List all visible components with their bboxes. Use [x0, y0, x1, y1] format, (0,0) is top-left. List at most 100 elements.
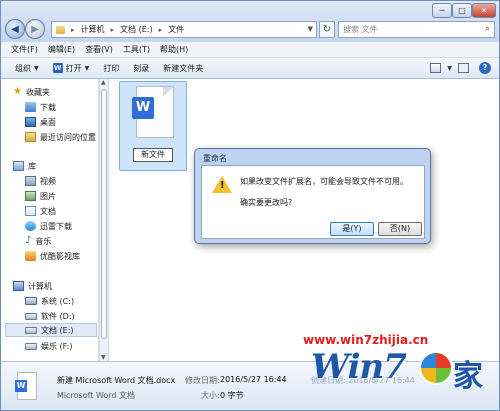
menu-bar: 文件(F) 编辑(E) 查看(V) 工具(T) 帮助(H) — [1, 42, 499, 58]
file-item-selected[interactable]: W 新文件 — [119, 81, 187, 171]
libraries-icon — [13, 161, 24, 171]
scroll-down-icon[interactable]: ▼ — [101, 354, 106, 361]
menu-tools[interactable]: 工具(T) — [123, 44, 150, 55]
rename-input[interactable]: 新文件 — [133, 148, 173, 162]
nav-label: 库 — [28, 161, 36, 171]
nav-music[interactable]: ♪ 音乐 — [25, 234, 51, 248]
organize-button[interactable]: 组织 ▼ — [15, 63, 39, 74]
watermark-url: www.win7zhijia.cn — [303, 333, 429, 347]
computer-icon — [13, 281, 24, 291]
dialog-question: 确实要更改吗? — [240, 198, 293, 207]
scroll-up-icon[interactable]: ▲ — [101, 79, 106, 86]
nav-desktop[interactable]: 桌面 — [25, 115, 56, 129]
refresh-icon: ↻ — [322, 24, 332, 35]
drive-icon — [25, 342, 37, 350]
forward-button[interactable]: ▶ — [25, 19, 45, 39]
nav-label: 音乐 — [35, 236, 52, 246]
command-bar: 组织 ▼ W 打开 ▼ 打印 刻录 新建文件夹 ▼ ? — [1, 58, 499, 79]
navigation-pane: ★ 收藏夹 下载 桌面 最近访问的位置 库 视频 图片 文档 迅雷下载 ♪ 音乐… — [1, 79, 99, 361]
details-modified-label: 修改日期: — [185, 376, 220, 385]
nav-drive-e[interactable]: 文档 (E:) — [5, 323, 97, 337]
organize-label: 组织 — [15, 63, 31, 73]
arrow-right-icon: ▶ — [31, 23, 39, 35]
details-file-name: 新建 Microsoft Word 文档.docx — [57, 376, 176, 385]
no-button[interactable]: 否(N) — [378, 222, 422, 236]
chevron-right-icon: ▸ — [71, 25, 75, 34]
preview-pane-icon[interactable] — [458, 63, 469, 73]
breadcrumb-folder[interactable]: 文件 — [168, 24, 184, 35]
nav-scrollbar[interactable]: ▲ ▼ — [99, 79, 108, 361]
nav-recent-places[interactable]: 最近访问的位置 — [25, 130, 96, 144]
open-label: 打开 — [65, 63, 82, 73]
breadcrumb-drive-e[interactable]: 文档 (E:) — [120, 24, 153, 35]
address-bar[interactable]: ▸ 计算机 ▸ 文档 (E:) ▸ 文件 ▼ — [51, 21, 317, 38]
nav-drive-d[interactable]: 软件 (D:) — [25, 309, 75, 323]
nav-drive-c[interactable]: 系统 (C:) — [25, 294, 74, 308]
back-button[interactable]: ◀ — [5, 19, 25, 39]
word-document-icon: W — [15, 372, 39, 402]
details-file-type: Microsoft Word 文档 — [57, 391, 136, 400]
title-bar: ─ □ ✕ ◀ ▶ ▸ 计算机 ▸ 文档 (E:) ▸ 文件 ▼ ↻ 搜索 文件… — [1, 1, 499, 41]
system-drive-icon — [25, 297, 37, 305]
recent-places-icon — [25, 132, 36, 142]
yes-button[interactable]: 是(Y) — [330, 222, 374, 236]
folder-icon — [56, 25, 65, 34]
youku-icon — [25, 251, 36, 261]
help-icon[interactable]: ? — [479, 62, 491, 74]
chevron-down-icon[interactable]: ▼ — [308, 25, 313, 33]
menu-help[interactable]: 帮助(H) — [160, 44, 188, 55]
nav-favorites[interactable]: ★ 收藏夹 — [13, 85, 50, 99]
documents-icon — [25, 206, 36, 216]
videos-icon — [25, 176, 36, 186]
nav-label: 计算机 — [28, 281, 52, 291]
page-fold — [163, 87, 173, 97]
menu-view[interactable]: 查看(V) — [85, 44, 113, 55]
nav-label: 优酷影视库 — [40, 251, 80, 261]
word-document-icon: W — [130, 86, 176, 146]
nav-libraries[interactable]: 库 — [13, 159, 36, 173]
xunlei-icon — [25, 221, 36, 231]
change-view-icon[interactable] — [430, 63, 442, 73]
pictures-icon — [25, 191, 36, 201]
nav-videos[interactable]: 视频 — [25, 174, 56, 188]
dialog-title: 重命名 — [203, 154, 227, 163]
open-button[interactable]: W 打开 ▼ — [52, 63, 89, 74]
nav-xunlei[interactable]: 迅雷下载 — [25, 219, 72, 233]
downloads-icon — [25, 102, 36, 112]
chevron-down-icon[interactable]: ▼ — [447, 65, 452, 72]
wps-writer-icon: W — [52, 63, 63, 73]
search-icon: ⌕ — [484, 24, 490, 34]
nav-computer[interactable]: 计算机 — [13, 279, 52, 293]
maximize-button[interactable]: □ — [452, 3, 472, 18]
wps-badge-icon: W — [132, 97, 154, 119]
nav-downloads[interactable]: 下载 — [25, 100, 56, 114]
explorer-window: ─ □ ✕ ◀ ▶ ▸ 计算机 ▸ 文档 (E:) ▸ 文件 ▼ ↻ 搜索 文件… — [0, 0, 500, 411]
search-input[interactable]: 搜索 文件 ⌕ — [338, 21, 495, 38]
music-note-icon: ♪ — [25, 235, 32, 246]
menu-file[interactable]: 文件(F) — [11, 44, 38, 55]
desktop-icon — [25, 117, 36, 127]
nav-label: 最近访问的位置 — [40, 132, 96, 142]
breadcrumb-computer[interactable]: 计算机 — [81, 24, 105, 35]
scrollbar-thumb[interactable] — [101, 89, 107, 339]
nav-pictures[interactable]: 图片 — [25, 189, 56, 203]
nav-documents[interactable]: 文档 — [25, 204, 56, 218]
watermark-suffix: 家 — [453, 359, 483, 394]
nav-label: 迅雷下载 — [40, 221, 72, 231]
star-icon: ★ — [13, 86, 22, 97]
site-watermark: www.win7zhijia.cn Win7 家 — [301, 331, 499, 410]
burn-button[interactable]: 刻录 — [133, 63, 149, 74]
close-button[interactable]: ✕ — [472, 3, 496, 18]
nav-drive-f[interactable]: 娱乐 (F:) — [25, 339, 72, 353]
nav-youku[interactable]: 优酷影视库 — [25, 249, 80, 263]
nav-label: 视频 — [40, 176, 56, 186]
nav-label: 文档 — [40, 206, 56, 216]
minimize-button[interactable]: ─ — [432, 3, 452, 18]
menu-edit[interactable]: 编辑(E) — [48, 44, 75, 55]
new-folder-button[interactable]: 新建文件夹 — [163, 63, 203, 74]
refresh-button[interactable]: ↻ — [319, 21, 335, 38]
print-button[interactable]: 打印 — [103, 63, 119, 74]
nav-label: 图片 — [40, 191, 56, 201]
dialog-body: ! 如果改变文件扩展名，可能会导致文件不可用。 确实要更改吗? 是(Y) 否(N… — [201, 165, 425, 239]
chevron-right-icon: ▸ — [110, 25, 115, 34]
